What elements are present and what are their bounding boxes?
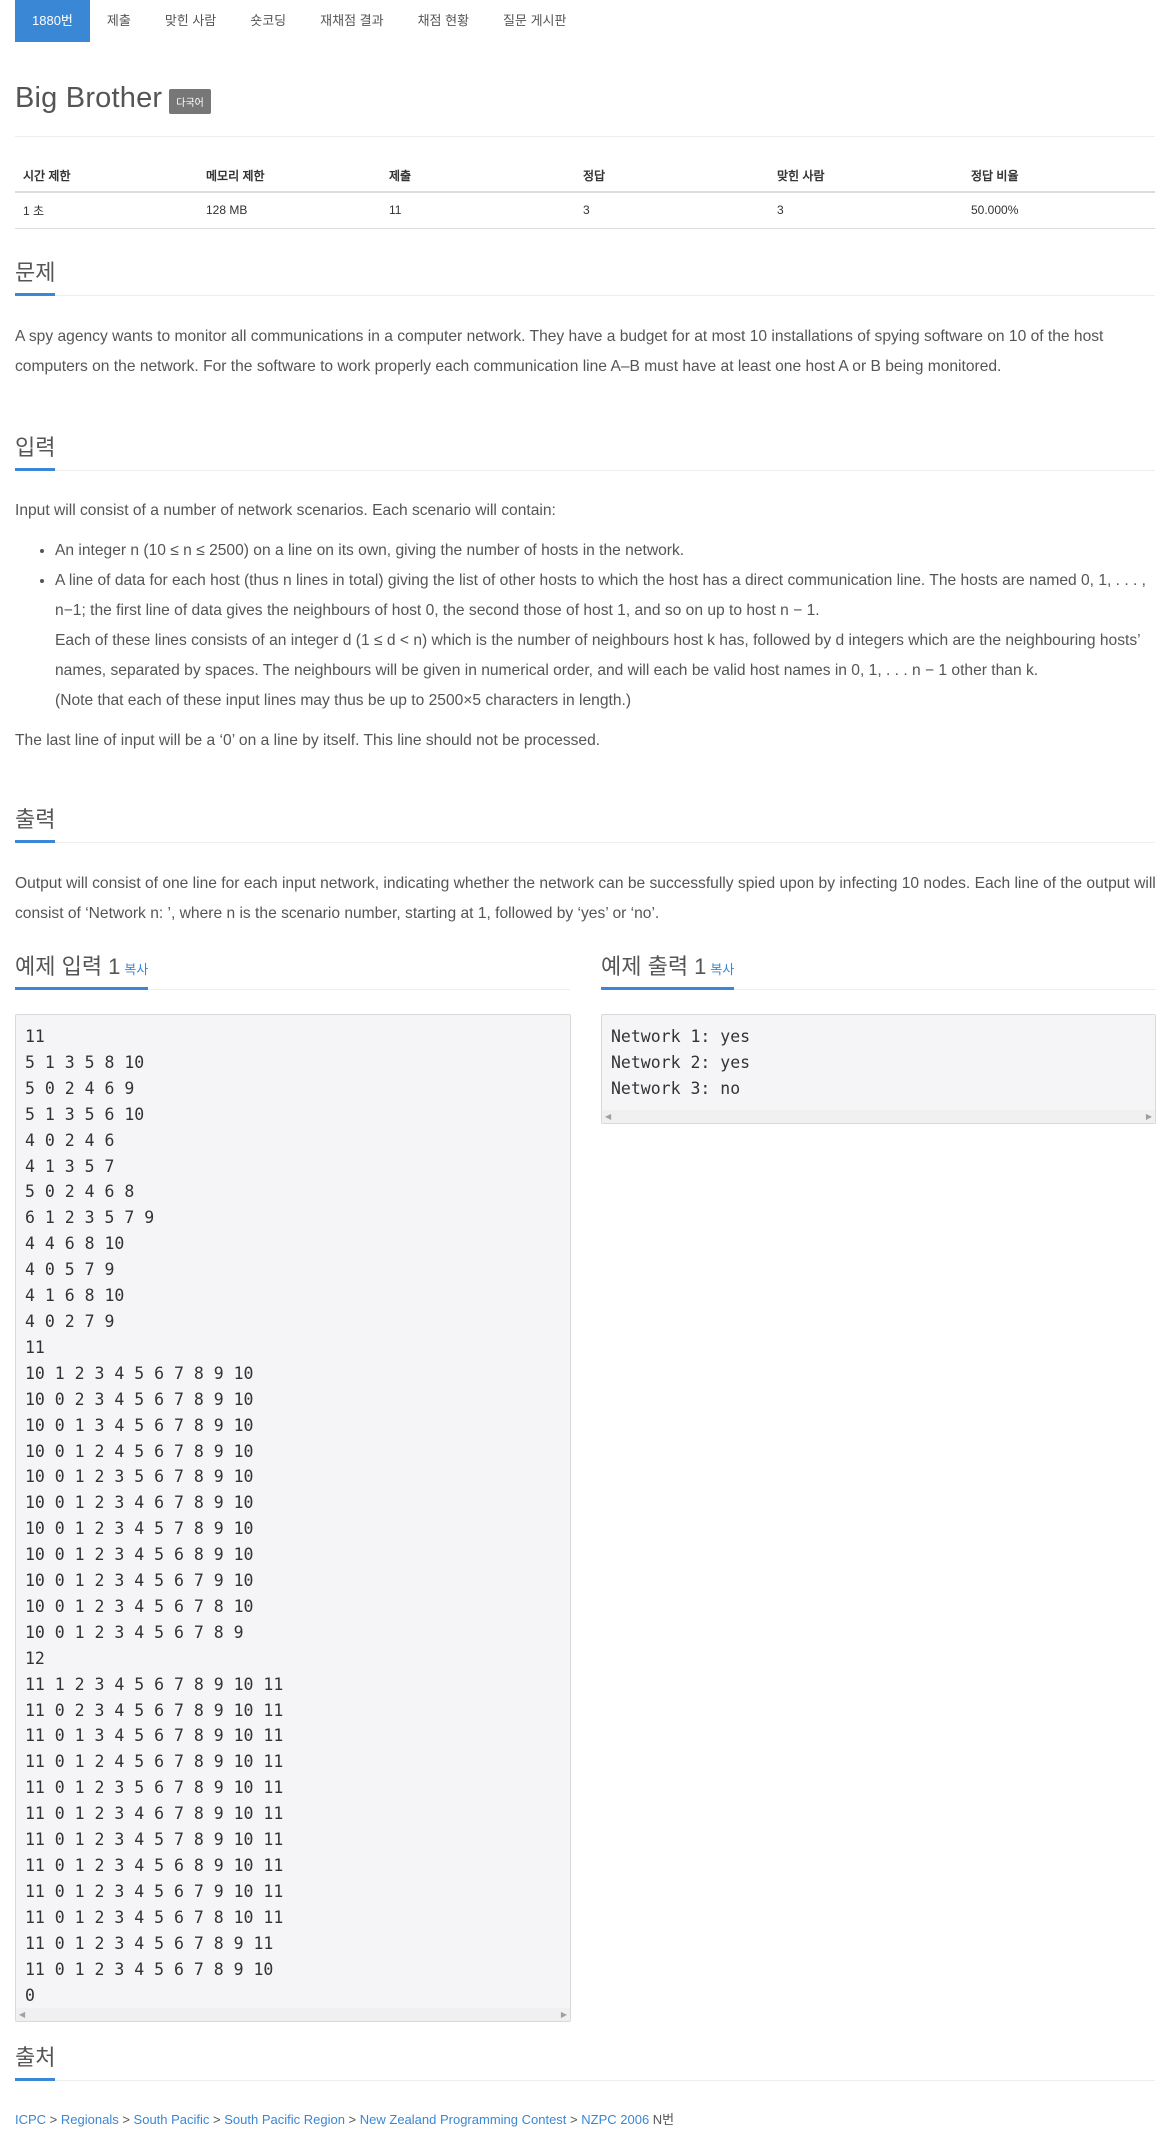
breadcrumb-separator: > <box>118 2112 134 2127</box>
sample-output-scrollbar[interactable]: ◀ ▶ <box>602 1110 1155 1123</box>
accept-ratio-value: 50.000% <box>963 192 1155 229</box>
input-bullet-2b: Each of these lines consists of an integ… <box>55 632 1141 679</box>
multilanguage-badge: 다국어 <box>169 89 211 114</box>
scroll-right-icon[interactable]: ▶ <box>1146 1112 1152 1121</box>
tab-short-coding[interactable]: 숏코딩 <box>233 0 303 42</box>
tab-solved-users[interactable]: 맞힌 사람 <box>148 0 233 42</box>
input-intro: Input will consist of a number of networ… <box>15 502 556 519</box>
problem-menu-tabs: 1880번 제출 맞힌 사람 숏코딩 재채점 결과 채점 현황 질문 게시판 <box>15 0 583 42</box>
accepted-value: 3 <box>575 192 769 229</box>
scroll-left-icon[interactable]: ◀ <box>19 2010 25 2019</box>
sample-output-title: 예제 출력 1 복사 <box>601 952 735 990</box>
breadcrumb-link-south-pacific[interactable]: South Pacific <box>134 2112 210 2127</box>
sample-output-headline: 예제 출력 1 복사 <box>601 952 1156 990</box>
table-header-row: 시간 제한 메모리 제한 제출 정답 맞힌 사람 정답 비율 <box>15 160 1155 193</box>
submissions-value: 11 <box>381 192 575 229</box>
input-bullet-2a: A line of data for each host (thus n lin… <box>55 572 1146 619</box>
breadcrumb-link-regionals[interactable]: Regionals <box>61 2112 119 2127</box>
source-headline: 출처 <box>15 2043 1155 2081</box>
input-bullet-list: An integer n (10 ≤ n ≤ 2500) on a line o… <box>15 536 1157 716</box>
header-accept-ratio: 정답 비율 <box>963 160 1155 193</box>
breadcrumb: ICPC > Regionals > South Pacific > South… <box>15 2109 674 2128</box>
breadcrumb-link-icpc[interactable]: ICPC <box>15 2112 46 2127</box>
header-solved-users: 맞힌 사람 <box>769 160 963 193</box>
memory-limit-value: 128 MB <box>198 192 381 229</box>
tab-submit[interactable]: 제출 <box>90 0 148 42</box>
breadcrumb-suffix: N번 <box>652 2112 675 2127</box>
output-text: Output will consist of one line for each… <box>15 875 1156 922</box>
title-row: Big Brother 다국어 <box>15 82 211 115</box>
problem-info-table: 시간 제한 메모리 제한 제출 정답 맞힌 사람 정답 비율 1 초 128 M… <box>15 160 1155 229</box>
sample-input-code: 11 5 1 3 5 8 10 5 0 2 4 6 9 5 1 3 5 6 10… <box>15 1014 571 2022</box>
breadcrumb-link-nzpc-2006[interactable]: NZPC 2006 <box>581 2112 649 2127</box>
tab-rejudge-results[interactable]: 재채점 결과 <box>303 0 400 42</box>
scroll-right-icon[interactable]: ▶ <box>561 2010 567 2019</box>
sample-input-box: 11 5 1 3 5 8 10 5 0 2 4 6 9 5 1 3 5 6 10… <box>15 1014 571 2022</box>
sample-input-title: 예제 입력 1 복사 <box>15 952 149 990</box>
title-divider <box>15 136 1155 137</box>
solved-users-value: 3 <box>769 192 963 229</box>
header-accepted: 정답 <box>575 160 769 193</box>
breadcrumb-link-nzpc-contest[interactable]: New Zealand Programming Contest <box>360 2112 567 2127</box>
copy-sample-input-button[interactable]: 복사 <box>124 962 148 977</box>
header-submissions: 제출 <box>381 160 575 193</box>
breadcrumb-separator: > <box>566 2112 582 2127</box>
copy-sample-output-button[interactable]: 복사 <box>710 962 734 977</box>
output-title: 출력 <box>15 805 56 843</box>
input-bullet-1: An integer n (10 ≤ n ≤ 2500) on a line o… <box>55 542 685 559</box>
page-title: Big Brother <box>15 82 163 114</box>
tab-judge-status[interactable]: 채점 현황 <box>401 0 486 42</box>
description-text: A spy agency wants to monitor all commun… <box>15 328 1104 375</box>
sample-input-scrollbar[interactable]: ◀ ▶ <box>16 2008 570 2021</box>
description-title: 문제 <box>15 258 56 296</box>
sample-input-headline: 예제 입력 1 복사 <box>15 952 570 990</box>
sample-input-title-text: 예제 입력 1 <box>15 954 121 979</box>
list-item: A line of data for each host (thus n lin… <box>55 566 1157 716</box>
time-limit-value: 1 초 <box>15 192 198 229</box>
input-bullet-2c: (Note that each of these input lines may… <box>55 692 632 709</box>
table-row: 1 초 128 MB 11 3 3 50.000% <box>15 192 1155 229</box>
header-memory-limit: 메모리 제한 <box>198 160 381 193</box>
list-item: An integer n (10 ≤ n ≤ 2500) on a line o… <box>55 536 1157 566</box>
breadcrumb-link-south-pacific-region[interactable]: South Pacific Region <box>224 2112 345 2127</box>
tab-problem-number[interactable]: 1880번 <box>15 0 90 42</box>
description-headline: 문제 <box>15 258 1155 296</box>
input-headline: 입력 <box>15 433 1155 471</box>
sample-output-box: Network 1: yes Network 2: yes Network 3:… <box>601 1014 1156 1124</box>
breadcrumb-separator: > <box>46 2112 61 2127</box>
breadcrumb-separator: > <box>344 2112 360 2127</box>
source-title: 출처 <box>15 2043 56 2081</box>
sample-output-code: Network 1: yes Network 2: yes Network 3:… <box>601 1014 1156 1124</box>
header-time-limit: 시간 제한 <box>15 160 198 193</box>
output-headline: 출력 <box>15 805 1155 843</box>
tab-question-board[interactable]: 질문 게시판 <box>486 0 583 42</box>
scroll-left-icon[interactable]: ◀ <box>605 1112 611 1121</box>
input-description: Input will consist of a number of networ… <box>15 496 1157 756</box>
input-title: 입력 <box>15 433 56 471</box>
sample-output-title-text: 예제 출력 1 <box>601 954 707 979</box>
breadcrumb-separator: > <box>209 2112 225 2127</box>
input-outro: The last line of input will be a ‘0’ on … <box>15 732 601 749</box>
